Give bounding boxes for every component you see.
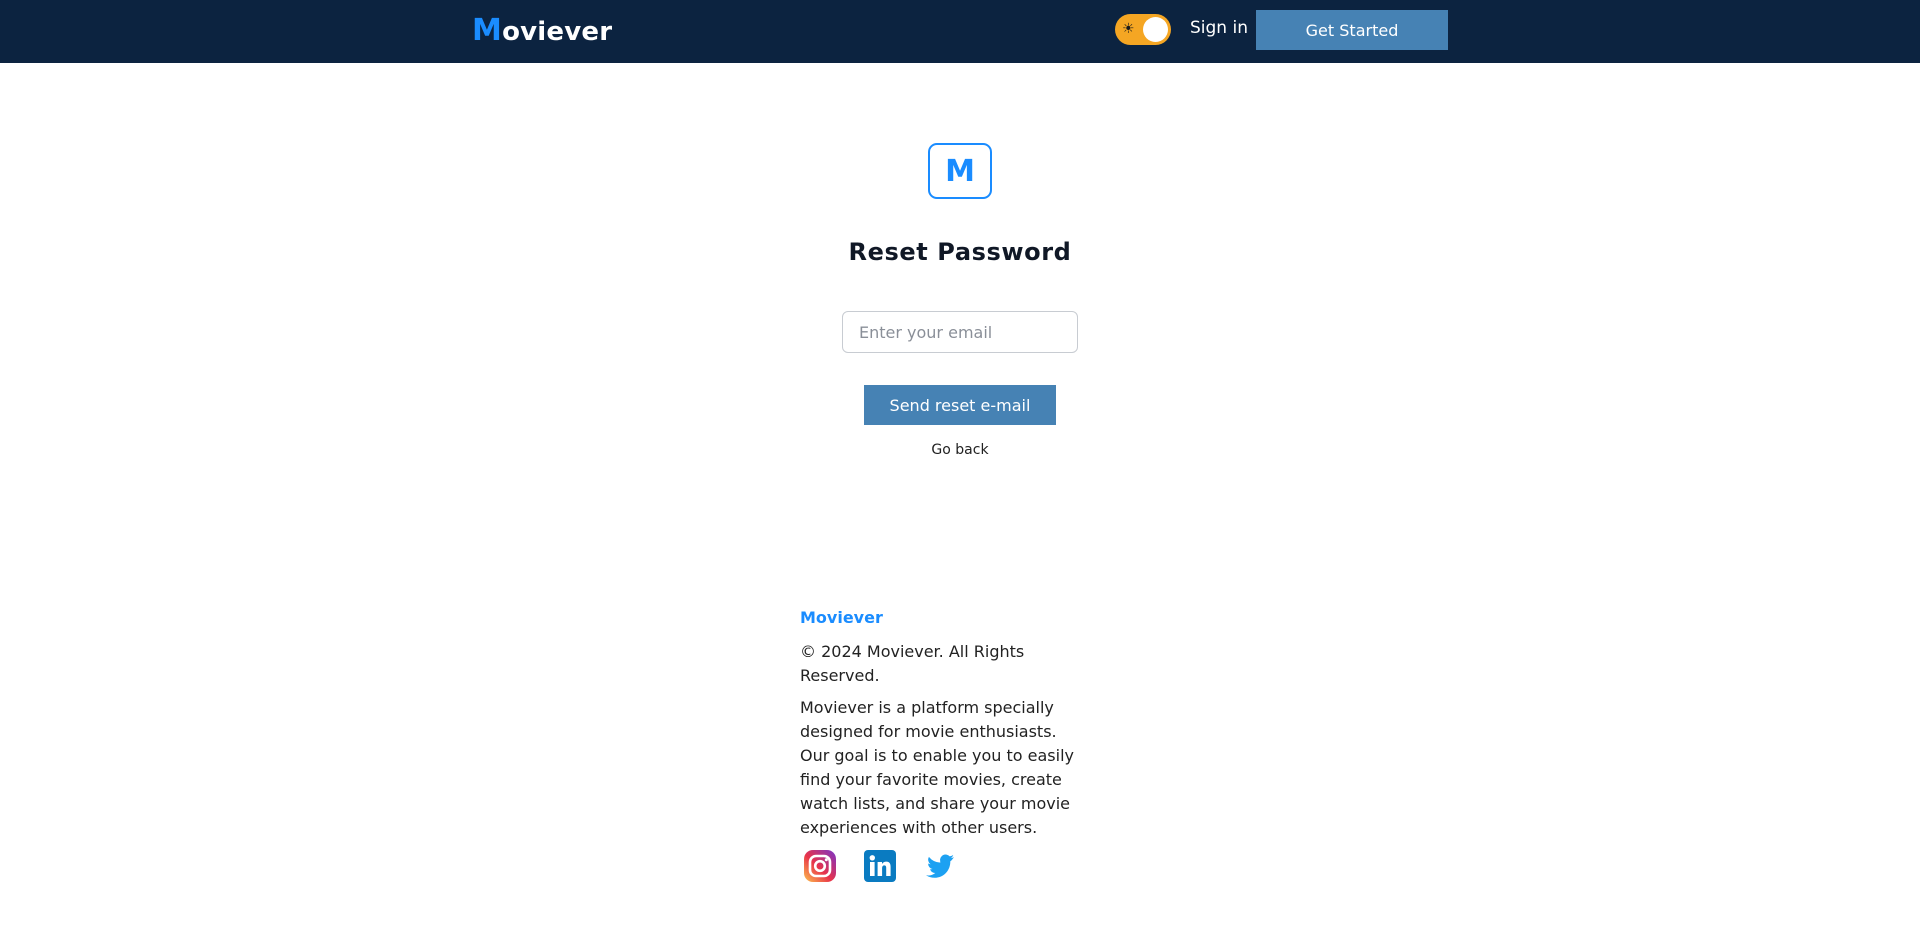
theme-toggle[interactable]: ☀ [1115,14,1171,45]
sun-icon: ☀ [1122,21,1135,37]
footer-brand: Moviever [800,608,883,627]
footer-description: Moviever is a platform specially designe… [800,698,1074,837]
logo-initial: M [472,13,503,48]
sign-in-link[interactable]: Sign in [1190,18,1248,38]
social-links [800,849,1000,885]
email-input[interactable] [842,311,1078,353]
brand-badge: M [928,143,992,199]
toggle-knob [1143,17,1168,42]
page-title: Reset Password [848,238,1072,266]
twitter-icon[interactable] [923,849,957,883]
linkedin-icon[interactable] [863,849,897,883]
go-back-link[interactable]: Go back [931,442,988,458]
logo[interactable]: Moviever [472,13,612,48]
top-nav: Moviever ☀ Sign in Get Started [0,0,1920,63]
instagram-icon[interactable] [803,849,837,883]
logo-text: oviever [502,17,613,47]
get-started-button[interactable]: Get Started [1256,10,1448,50]
send-reset-email-button[interactable]: Send reset e-mail [864,385,1056,425]
go-back-row: Go back [0,442,1920,458]
footer-copyright: © 2024 Moviever. All Rights Reserved. [800,642,1025,685]
